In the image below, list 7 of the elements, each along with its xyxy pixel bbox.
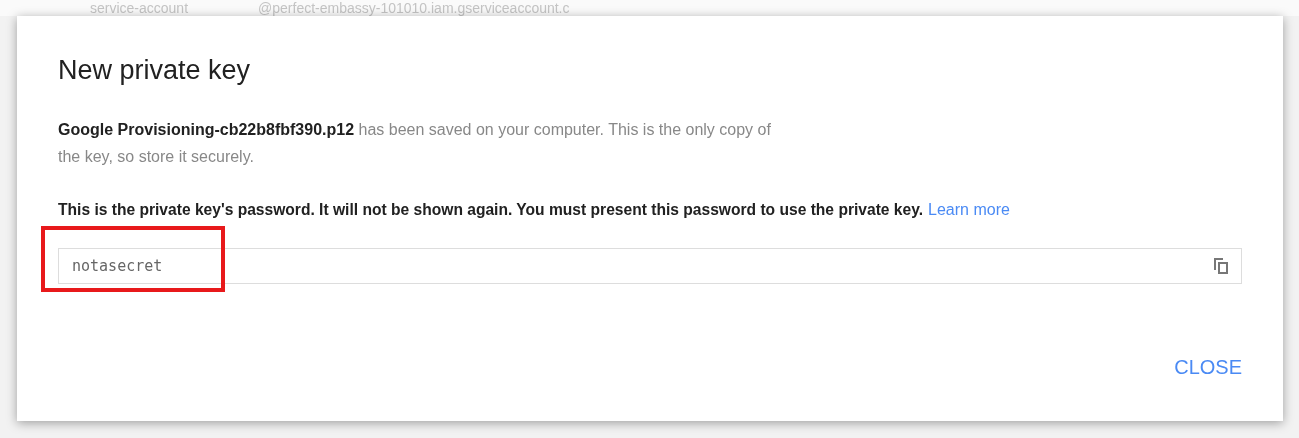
password-field[interactable]: notasecret <box>58 248 1242 284</box>
close-button[interactable]: CLOSE <box>1174 352 1242 383</box>
saved-message: Google Provisioning-cb22b8fbf390.p12 has been saved on your computer. This is the only copy of the key, so store it securely. <box>58 120 772 167</box>
password-note: This is the private key's password. It will not be shown again. You must present this password to use the private key. <box>58 200 924 220</box>
copy-icon[interactable] <box>1213 257 1229 275</box>
learn-more-link[interactable]: Learn more <box>928 200 1010 220</box>
dialog-title: New private key <box>58 54 252 87</box>
